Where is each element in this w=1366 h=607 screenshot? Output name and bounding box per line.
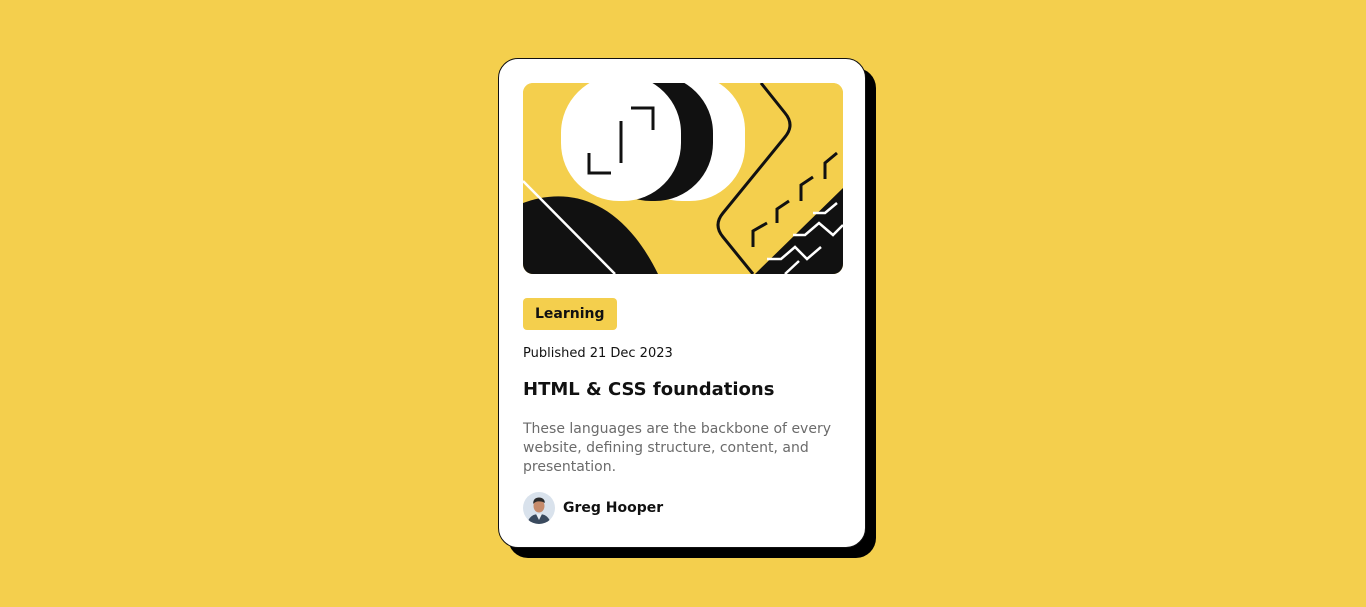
person-avatar-icon xyxy=(523,492,555,524)
card-description: These languages are the backbone of ever… xyxy=(523,421,831,475)
publish-date: Published 21 Dec 2023 xyxy=(523,346,673,361)
category-tag: Learning xyxy=(523,298,617,330)
page: Learning Published 21 Dec 2023 HTML & CS… xyxy=(0,0,1366,607)
author-name: Greg Hooper xyxy=(563,500,664,516)
avatar xyxy=(523,492,555,524)
author: Greg Hooper xyxy=(523,492,663,524)
abstract-code-illustration xyxy=(523,83,843,274)
blog-preview-card: Learning Published 21 Dec 2023 HTML & CS… xyxy=(498,58,866,548)
card-title[interactable]: HTML & CSS foundations xyxy=(523,379,774,400)
